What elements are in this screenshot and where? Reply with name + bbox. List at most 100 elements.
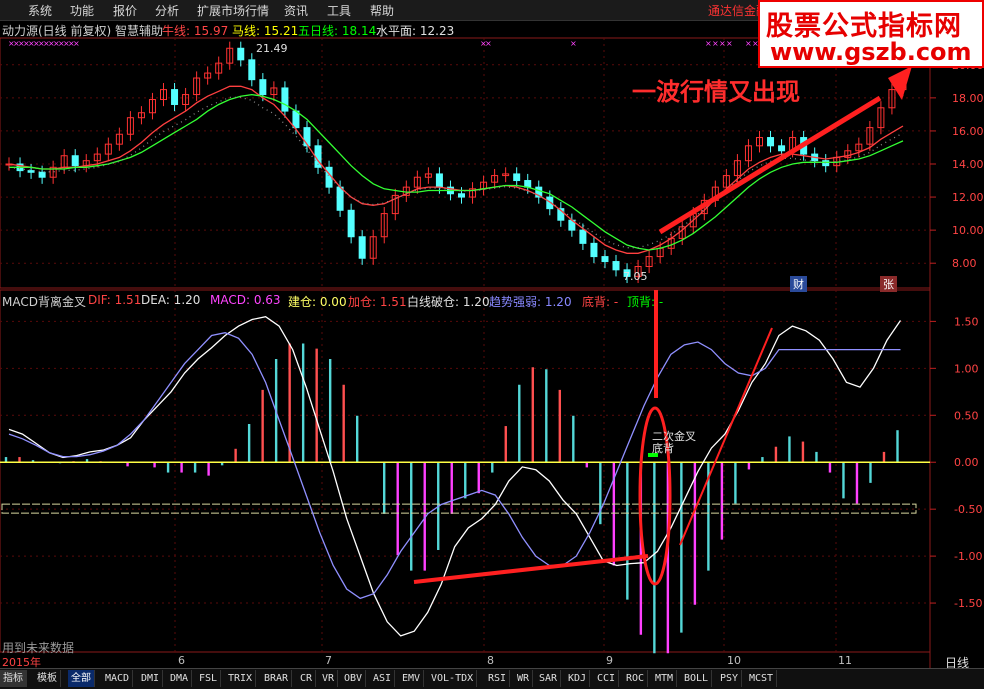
dingbei-label: 顶背: - xyxy=(627,295,664,309)
ma-line-niu xyxy=(8,85,904,254)
annotation-bottom-divergence: 底背 xyxy=(652,442,674,455)
jiacang-label: 加仓: 1.51 xyxy=(348,295,407,309)
menu-ext-market[interactable]: 扩展市场行情 xyxy=(197,2,269,19)
candle-body xyxy=(171,89,179,105)
signal-mark: × xyxy=(726,39,733,48)
x-label-month-7: 7 xyxy=(325,654,332,667)
candle-body xyxy=(435,173,443,188)
candle-body xyxy=(259,79,267,96)
tab-trix[interactable]: TRIX xyxy=(225,670,257,687)
dif-line xyxy=(8,316,902,637)
menu-help[interactable]: 帮助 xyxy=(370,2,394,19)
signal-mark: × xyxy=(719,39,726,48)
tab-wr[interactable]: WR xyxy=(514,670,534,687)
tab-rsi[interactable]: RSI xyxy=(485,670,511,687)
ma1-label: 牛线: 15.97 xyxy=(162,24,229,38)
tab-brar[interactable]: BRAR xyxy=(261,670,293,687)
menu-function[interactable]: 功能 xyxy=(70,2,94,19)
tab-cr[interactable]: CR xyxy=(297,670,317,687)
main-ytick-label: 10.00 xyxy=(952,224,984,237)
macd-indicator-name: MACD背离金叉 xyxy=(2,295,86,309)
main-ytick-label: 18.00 xyxy=(952,92,984,105)
candle-body xyxy=(767,137,775,147)
tab-boll[interactable]: BOLL xyxy=(681,670,713,687)
candle-body xyxy=(303,127,311,147)
x-label-month-11: 11 xyxy=(838,654,852,667)
indicator-tab-bar: 指标 模板 全部 MACD DMI DMA FSL TRIX BRAR CR VR OBV ASI EMV… xyxy=(0,668,984,689)
tab-asi[interactable]: ASI xyxy=(370,670,396,687)
macd-ytick-label: -0.50 xyxy=(954,503,982,516)
tab-模板[interactable]: 模板 xyxy=(34,670,61,687)
tab-fsl[interactable]: FSL xyxy=(196,670,222,687)
macd-ytick-label: 1.00 xyxy=(954,362,979,375)
tab-kdj[interactable]: KDJ xyxy=(565,670,591,687)
macd-band xyxy=(1,503,917,514)
x-label-month-9: 9 xyxy=(606,654,613,667)
tab-cci[interactable]: CCI xyxy=(594,670,620,687)
tab-roc[interactable]: ROC xyxy=(623,670,649,687)
tab-指标[interactable]: 指标 xyxy=(0,670,27,687)
dea-label: DEA: 1.20 xyxy=(141,293,201,307)
candle-body xyxy=(601,256,609,263)
tab-mcst[interactable]: MCST xyxy=(746,670,778,687)
tab-mtm[interactable]: MTM xyxy=(652,670,678,687)
tab-全部[interactable]: 全部 xyxy=(68,670,95,687)
qushi-label: 趋势强弱: 1.20 xyxy=(489,295,572,309)
x-label-month-8: 8 xyxy=(487,654,494,667)
didi-label: 底背: - xyxy=(582,295,619,309)
divergence-line xyxy=(413,554,649,584)
tab-vol-tdx[interactable]: VOL-TDX xyxy=(428,670,478,687)
candle-body xyxy=(590,242,598,258)
signal-mark: × xyxy=(73,39,80,48)
tab-macd[interactable]: MACD xyxy=(102,670,134,687)
menu-analysis[interactable]: 分析 xyxy=(155,2,179,19)
menu-system[interactable]: 系统 xyxy=(28,2,52,19)
candle-body xyxy=(336,186,344,211)
candle-body xyxy=(513,173,521,182)
annotation-wave: 一波行情又出现 xyxy=(632,78,800,106)
candle-body xyxy=(38,171,46,178)
price-low-label: 7.05 xyxy=(623,270,648,283)
macd-ytick-label: 0.00 xyxy=(954,456,979,469)
tab-emv[interactable]: EMV xyxy=(399,670,425,687)
baixian-label: 白线破仓: 1.20 xyxy=(407,295,490,309)
macd-ytick-label: -1.00 xyxy=(954,550,982,563)
candle-body xyxy=(778,145,786,152)
tab-obv[interactable]: OBV xyxy=(341,670,367,687)
signal-mark: × xyxy=(705,39,712,48)
candle-body xyxy=(822,160,830,167)
badge-zhang[interactable]: 张 xyxy=(880,276,897,292)
menu-quote[interactable]: 报价 xyxy=(113,2,137,19)
badge-cai[interactable]: 财 xyxy=(790,276,807,292)
tab-psy[interactable]: PSY xyxy=(717,670,743,687)
annotation-arrow-up xyxy=(658,95,882,235)
macd-ytick-label: 1.50 xyxy=(954,315,979,328)
candle-body xyxy=(71,155,79,167)
jiancang-label: 建仓: 0.00 xyxy=(288,295,347,309)
macd-label: MACD: 0.63 xyxy=(210,293,281,307)
candle-body xyxy=(292,110,300,129)
main-ytick-label: 12.00 xyxy=(952,191,984,204)
menu-tools[interactable]: 工具 xyxy=(327,2,351,19)
menu-news[interactable]: 资讯 xyxy=(284,2,308,19)
signal-mark: × xyxy=(745,39,752,48)
main-ytick-label: 14.00 xyxy=(952,158,984,171)
chart-canvas[interactable]: 20.0018.0016.0014.0012.0010.008.001.501.… xyxy=(0,0,984,688)
dif-label: DIF: 1.51 xyxy=(88,293,142,307)
ma2-label: 马线: 15.21 xyxy=(232,24,299,38)
candle-body xyxy=(579,229,587,244)
tab-vr[interactable]: VR xyxy=(319,670,339,687)
candle-body xyxy=(248,59,256,81)
signal-mark: × xyxy=(570,39,577,48)
x-label-month-10: 10 xyxy=(727,654,741,667)
tab-dma[interactable]: DMA xyxy=(167,670,193,687)
ma3-label: 五日线: 18.14 xyxy=(298,24,377,38)
tab-sar[interactable]: SAR xyxy=(536,670,562,687)
x-label-month-6: 6 xyxy=(178,654,185,667)
candle-body xyxy=(347,209,355,238)
price-high-label: 21.49 xyxy=(256,42,288,55)
macd-ytick-label: 0.50 xyxy=(954,409,979,422)
tab-dmi[interactable]: DMI xyxy=(138,670,164,687)
ma4-label: 水平面: 12.23 xyxy=(376,24,455,38)
candle-body xyxy=(281,87,289,112)
